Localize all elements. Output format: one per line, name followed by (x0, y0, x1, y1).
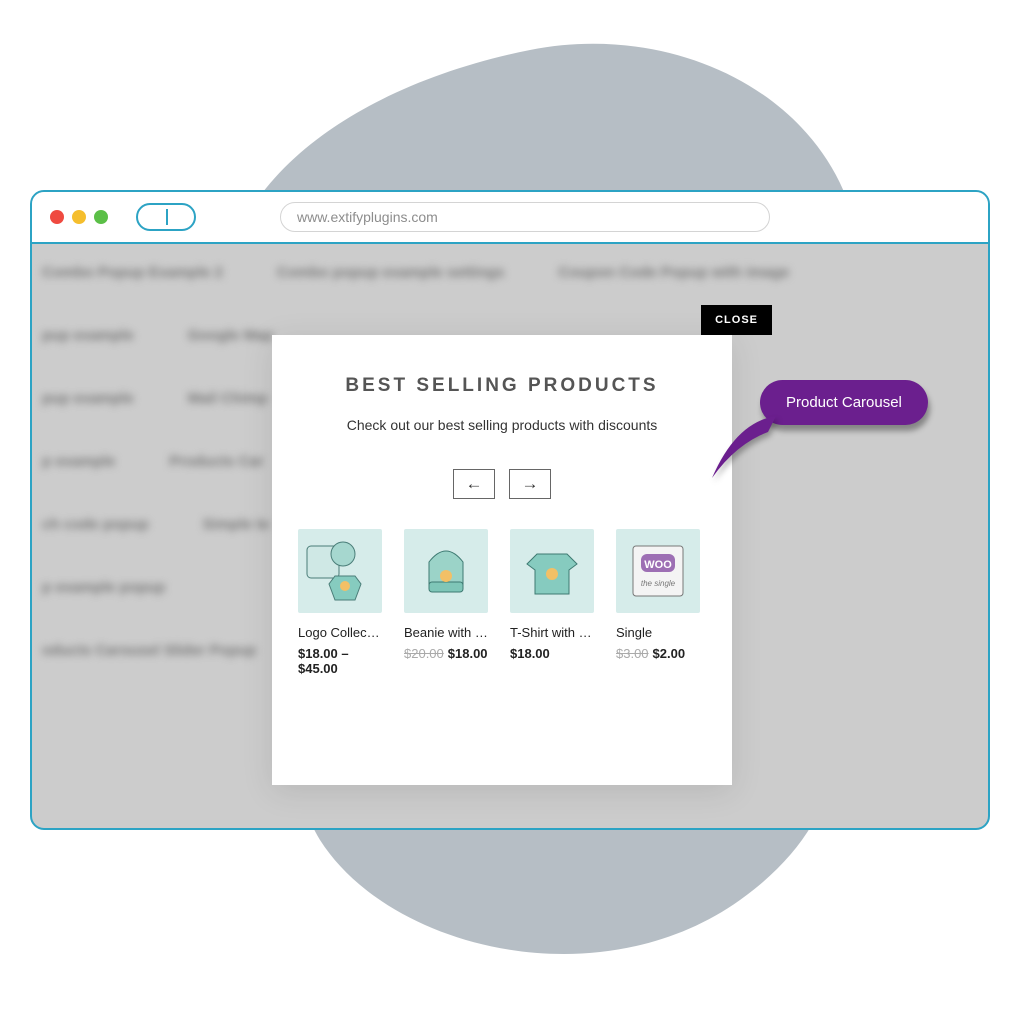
browser-title-bar: www.extifyplugins.com (32, 192, 988, 244)
product-thumbnail: WOO the single (616, 529, 700, 613)
carousel-prev-button[interactable]: ← (453, 469, 495, 499)
product-price: $20.00$18.00 (404, 646, 494, 661)
minimize-window-icon[interactable] (72, 210, 86, 224)
browser-window: www.extifyplugins.com Combo Popup Exampl… (30, 190, 990, 830)
product-original-price: $20.00 (404, 646, 444, 661)
product-carousel-popup: CLOSE BEST SELLING PRODUCTS Check out ou… (272, 335, 732, 785)
svg-text:the single: the single (641, 579, 676, 588)
url-bar[interactable]: www.extifyplugins.com (280, 202, 770, 232)
carousel-next-button[interactable]: → (509, 469, 551, 499)
product-thumbnail (510, 529, 594, 613)
carousel-nav: ← → (298, 469, 706, 499)
product-card[interactable]: Beanie with … $20.00$18.00 (404, 529, 494, 676)
product-card[interactable]: WOO the single Single $3.00$2.00 (616, 529, 706, 676)
product-price: $18.00 – $45.00 (298, 646, 388, 676)
product-list: Logo Collec… $18.00 – $45.00 Beanie with… (298, 529, 706, 676)
window-controls (50, 210, 108, 224)
arrow-left-icon: ← (466, 474, 483, 494)
tab-switcher[interactable] (136, 203, 196, 231)
product-price: $18.00 (510, 646, 600, 661)
product-card[interactable]: Logo Collec… $18.00 – $45.00 (298, 529, 388, 676)
product-name: Single (616, 625, 706, 640)
annotation-callout: Product Carousel (760, 380, 928, 425)
arrow-right-icon: → (522, 474, 539, 494)
product-name: T-Shirt with … (510, 625, 600, 640)
product-thumbnail (298, 529, 382, 613)
product-name: Logo Collec… (298, 625, 388, 640)
popup-title: BEST SELLING PRODUCTS (298, 375, 706, 397)
product-thumbnail (404, 529, 488, 613)
callout-label: Product Carousel (786, 394, 902, 411)
product-original-price: $3.00 (616, 646, 649, 661)
close-window-icon[interactable] (50, 210, 64, 224)
product-price: $3.00$2.00 (616, 646, 706, 661)
product-card[interactable]: T-Shirt with … $18.00 (510, 529, 600, 676)
close-button[interactable]: CLOSE (701, 305, 772, 335)
callout-bubble: Product Carousel (760, 380, 928, 425)
url-text: www.extifyplugins.com (297, 209, 438, 225)
svg-text:WOO: WOO (644, 559, 672, 571)
product-name: Beanie with … (404, 625, 494, 640)
popup-subtitle: Check out our best selling products with… (298, 417, 706, 433)
maximize-window-icon[interactable] (94, 210, 108, 224)
